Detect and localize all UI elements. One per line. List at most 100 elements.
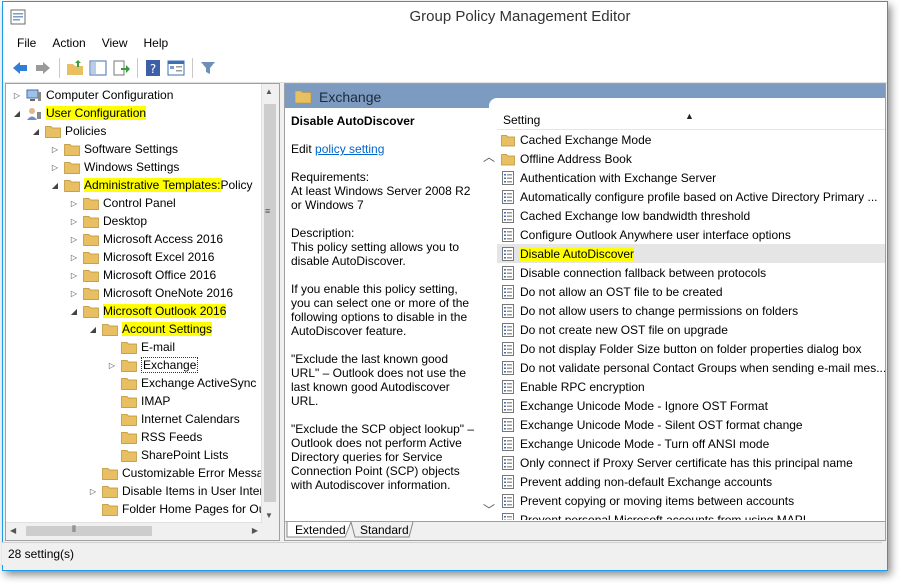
setting-row[interactable]: Exchange Unicode Mode - Turn off ANSI mo…	[497, 434, 885, 453]
policy-setting-icon	[501, 227, 515, 242]
expand-arrow-icon[interactable]: ▷	[50, 163, 60, 172]
setting-row[interactable]: Configure Outlook Anywhere user interfac…	[497, 225, 885, 244]
tree-item[interactable]: ▷ Microsoft Access 2016	[69, 230, 223, 248]
tree-item[interactable]: ◢ Account Settings	[88, 320, 213, 338]
collapse-arrow-icon[interactable]: ◢	[88, 325, 98, 334]
menu-action[interactable]: Action	[44, 36, 93, 50]
tree-item[interactable]: Folder Home Pages for Ou	[88, 500, 265, 518]
properties-icon[interactable]	[165, 57, 187, 79]
settings-list-header[interactable]: Setting ▲	[497, 110, 885, 130]
forward-arrow-icon[interactable]	[32, 57, 54, 79]
tree-item[interactable]: ◢ Policies	[31, 122, 106, 140]
expand-arrow-icon[interactable]: ▷	[12, 91, 22, 100]
setting-row[interactable]: Do not create new OST file on upgrade	[497, 320, 885, 339]
expand-arrow-icon[interactable]: ▷	[69, 271, 79, 280]
setting-row[interactable]: Disable AutoDiscover	[497, 244, 885, 263]
tree-horizontal-scrollbar[interactable]: ◀ ⦀ ▶	[6, 522, 262, 540]
tree-item[interactable]: Internet Calendars	[107, 410, 240, 428]
expand-arrow-icon[interactable]: ▷	[69, 289, 79, 298]
expand-arrow-icon[interactable]: ▷	[88, 487, 98, 496]
setting-row[interactable]: Prevent personal Microsoft accounts from…	[497, 510, 885, 520]
folder-icon	[83, 215, 99, 228]
collapse-arrow-icon[interactable]: ◢	[50, 181, 60, 190]
setting-row[interactable]: Do not allow an OST file to be created	[497, 282, 885, 301]
scroll-down-icon[interactable]: ▼	[265, 511, 273, 520]
setting-row[interactable]: Exchange Unicode Mode - Ignore OST Forma…	[497, 396, 885, 415]
tab-extended[interactable]: Extended	[295, 523, 346, 537]
folder-icon	[121, 395, 137, 408]
show-hide-tree-icon[interactable]	[87, 57, 109, 79]
tree-item[interactable]: ▷ Disable Items in User Interf	[88, 482, 267, 500]
setting-row[interactable]: Do not validate personal Contact Groups …	[497, 358, 885, 377]
setting-row[interactable]: Disable connection fallback between prot…	[497, 263, 885, 282]
setting-column-header[interactable]: Setting	[503, 113, 540, 127]
tree-item[interactable]: E-mail	[107, 338, 175, 356]
tree-item[interactable]: RSS Feeds	[107, 428, 202, 446]
setting-row[interactable]: Only connect if Proxy Server certificate…	[497, 453, 885, 472]
scroll-up-icon[interactable]: ▲	[265, 87, 273, 96]
tree-item[interactable]: ▷ Microsoft Excel 2016	[69, 248, 214, 266]
setting-row[interactable]: Enable RPC encryption	[497, 377, 885, 396]
tab-standard[interactable]: Standard	[360, 523, 409, 537]
folder-icon	[501, 152, 515, 166]
setting-row[interactable]: Automatically configure profile based on…	[497, 187, 885, 206]
edit-policy-link[interactable]: policy setting	[315, 142, 384, 156]
setting-row[interactable]: Do not allow users to change permissions…	[497, 301, 885, 320]
up-folder-icon[interactable]	[64, 57, 86, 79]
setting-row[interactable]: Prevent adding non-default Exchange acco…	[497, 472, 885, 491]
tree-item[interactable]: ▷ Microsoft Office 2016	[69, 266, 216, 284]
collapse-arrow-icon[interactable]: ◢	[31, 127, 41, 136]
policy-setting-icon	[501, 246, 515, 261]
collapse-arrow-icon[interactable]: ◢	[69, 307, 79, 316]
folder-icon	[64, 143, 80, 156]
scroll-left-icon[interactable]: ◀	[10, 526, 16, 535]
setting-row[interactable]: Offline Address Book	[497, 149, 885, 168]
expand-arrow-icon[interactable]: ▷	[69, 199, 79, 208]
filter-icon[interactable]	[197, 57, 219, 79]
setting-row[interactable]: Prevent copying or moving items between …	[497, 491, 885, 510]
back-arrow-icon[interactable]	[9, 57, 31, 79]
tree-item[interactable]: ▷ Computer Configuration	[12, 86, 173, 104]
tree-item[interactable]: IMAP	[107, 392, 170, 410]
expand-arrow-icon[interactable]: ▷	[50, 145, 60, 154]
expand-arrow-icon[interactable]: ▷	[69, 217, 79, 226]
tree-scroll-thumb[interactable]	[264, 104, 276, 502]
tree-item[interactable]: ◢ Microsoft Outlook 2016	[69, 302, 227, 320]
folder-icon	[102, 467, 118, 480]
tree-item[interactable]: ▷ Exchange	[107, 356, 199, 374]
policy-setting-icon	[501, 208, 515, 223]
tree-vertical-scrollbar[interactable]: ▲ ≡ ▼	[261, 84, 279, 540]
tree-item[interactable]: ▷ Microsoft OneNote 2016	[69, 284, 233, 302]
tree-item[interactable]: ▷ Windows Settings	[50, 158, 179, 176]
tree-item[interactable]: Customizable Error Messag	[88, 464, 270, 482]
chevron-down-icon[interactable]: ﹀	[483, 501, 495, 518]
tree-item[interactable]: ▷ Control Panel	[69, 194, 176, 212]
expand-arrow-icon[interactable]: ▷	[69, 253, 79, 262]
tree-item[interactable]: ▷ Desktop	[69, 212, 147, 230]
setting-row[interactable]: Cached Exchange Mode	[497, 130, 885, 149]
tree-item[interactable]: ◢ Administrative Templates: Policy	[50, 176, 253, 194]
tree-item[interactable]: SharePoint Lists	[107, 446, 228, 464]
expand-arrow-icon[interactable]: ▷	[107, 361, 117, 370]
tree-item[interactable]: ◢ User Configuration	[12, 104, 147, 122]
scroll-right-icon[interactable]: ▶	[252, 526, 258, 535]
tree-hscroll-thumb[interactable]	[26, 526, 152, 536]
tree-item[interactable]: Exchange ActiveSync	[107, 374, 256, 392]
menu-view[interactable]: View	[94, 36, 136, 50]
help-icon[interactable]: ?	[142, 57, 164, 79]
policy-setting-icon	[501, 436, 515, 451]
setting-row[interactable]: Authentication with Exchange Server	[497, 168, 885, 187]
menu-file[interactable]: File	[9, 36, 44, 50]
setting-row[interactable]: Exchange Unicode Mode - Silent OST forma…	[497, 415, 885, 434]
chevron-up-icon[interactable]: ︿	[483, 148, 495, 165]
policy-setting-icon	[501, 360, 515, 375]
menu-help[interactable]: Help	[136, 36, 177, 50]
export-list-icon[interactable]	[110, 57, 132, 79]
setting-row[interactable]: Cached Exchange low bandwidth threshold	[497, 206, 885, 225]
setting-row[interactable]: Do not display Folder Size button on fol…	[497, 339, 885, 358]
policy-title: Disable AutoDiscover	[291, 114, 415, 128]
collapse-arrow-icon[interactable]: ◢	[12, 109, 22, 118]
expand-arrow-icon[interactable]: ▷	[69, 235, 79, 244]
tree-item[interactable]: ▷ Software Settings	[50, 140, 178, 158]
grip-icon: ⦀	[72, 524, 76, 534]
